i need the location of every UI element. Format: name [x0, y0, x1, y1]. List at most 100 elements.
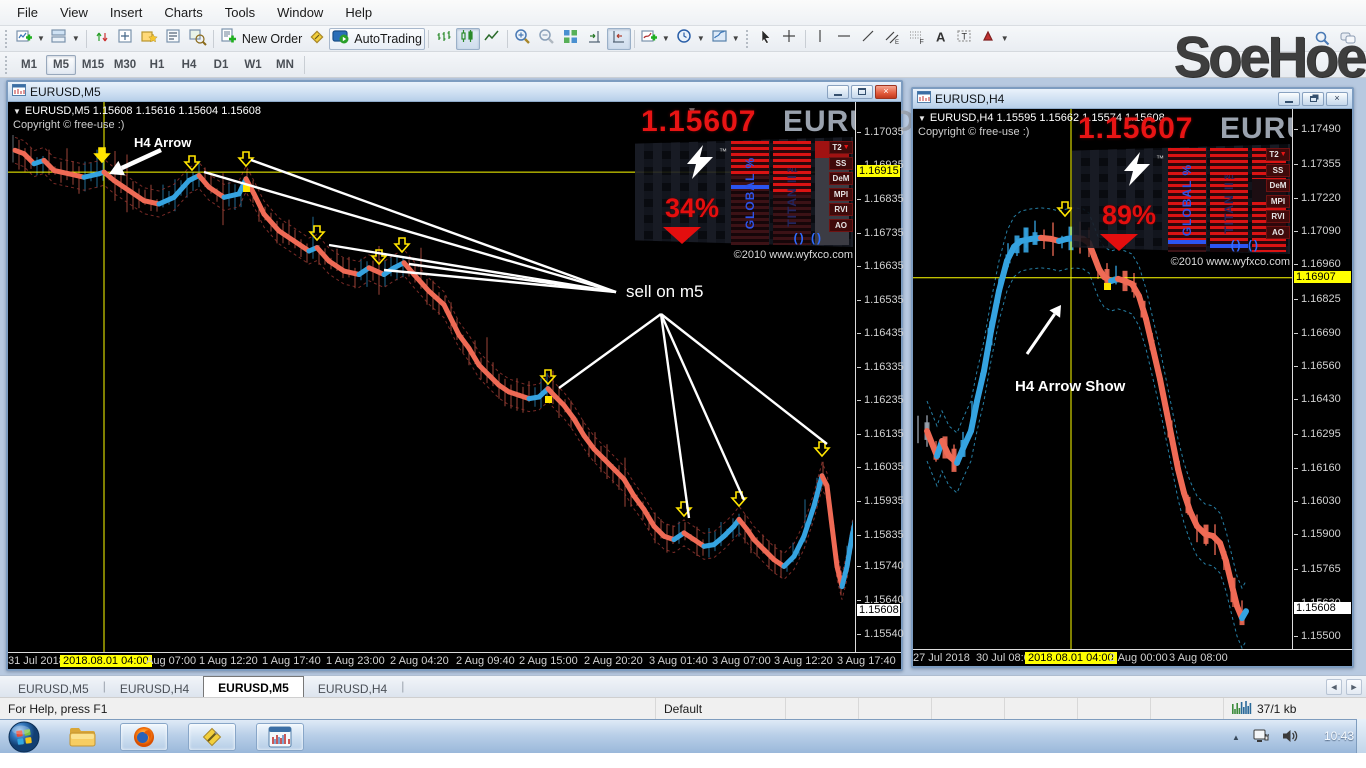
auto-scroll-button[interactable]	[607, 28, 631, 50]
price-tick: 1.17035	[864, 126, 904, 138]
tab-eurusd-m5-0[interactable]: EURUSD,M5	[4, 678, 103, 697]
linechart-icon	[483, 28, 501, 49]
time-axis[interactable]: 27 Jul 201830 Jul 08:002018.08.01 04:002…	[913, 649, 1352, 666]
chart-window-titlebar[interactable]: EURUSD,M5 ×	[8, 82, 901, 102]
timeframe-w1[interactable]: W1	[238, 55, 268, 75]
zoom-in-button[interactable]	[511, 28, 535, 50]
text-label-button[interactable]: T	[953, 28, 977, 50]
market-watch-button[interactable]	[90, 28, 114, 50]
indicators-button[interactable]: ▼	[638, 28, 673, 50]
dropdown-caret-icon[interactable]: ▼	[1001, 34, 1009, 43]
time-axis[interactable]: 31 Jul 20182018.08.01 04:00Aug 07:001 Au…	[8, 652, 901, 669]
text-button[interactable]: A	[929, 28, 953, 50]
menu-charts[interactable]: Charts	[153, 1, 213, 24]
price-scale[interactable]: 1.174901.173551.172201.170901.169601.168…	[1292, 109, 1352, 649]
dropdown-caret-icon[interactable]: ▼	[72, 34, 80, 43]
strategy-tester-button[interactable]	[186, 28, 210, 50]
autotrading-button[interactable]: AutoTrading	[329, 28, 425, 50]
menu-file[interactable]: File	[6, 1, 49, 24]
menu-view[interactable]: View	[49, 1, 99, 24]
trendline-button[interactable]	[857, 28, 881, 50]
time-tick: 3 Aug 12:20	[774, 655, 833, 667]
timeframe-m15[interactable]: M15	[78, 55, 108, 75]
search-icon[interactable]	[1314, 30, 1332, 51]
timeframe-m1[interactable]: M1	[14, 55, 44, 75]
firefox-button[interactable]	[120, 723, 168, 751]
minimize-button[interactable]	[1278, 92, 1300, 106]
metaeditor-diamond-icon	[308, 28, 326, 49]
price-tick: 1.16335	[864, 361, 904, 373]
start-button[interactable]	[8, 721, 40, 753]
current-price-tag: 1.16915	[857, 165, 900, 177]
arrows-button[interactable]: ▼	[977, 28, 1012, 50]
show-desktop-button[interactable]	[1356, 719, 1366, 753]
timeframe-m30[interactable]: M30	[110, 55, 140, 75]
data-window-button[interactable]	[114, 28, 138, 50]
timeframe-h4[interactable]: H4	[174, 55, 204, 75]
metaeditor-button-taskbar[interactable]	[188, 723, 236, 751]
tab-eurusd-h4-3[interactable]: EURUSD,H4	[304, 678, 401, 697]
metaeditor-button[interactable]	[305, 28, 329, 50]
status-profile[interactable]: Default	[656, 698, 786, 719]
terminal-button[interactable]	[162, 28, 186, 50]
menu-tools[interactable]: Tools	[214, 1, 266, 24]
tab-eurusd-m5-2[interactable]: EURUSD,M5	[203, 676, 304, 697]
network-icon[interactable]	[1252, 728, 1270, 744]
symbol-dropdown-icon[interactable]	[918, 114, 926, 123]
chat-icon[interactable]	[1340, 30, 1358, 51]
timeframe-h1[interactable]: H1	[142, 55, 172, 75]
vertical-line-button[interactable]	[809, 28, 833, 50]
candlestick-button[interactable]	[456, 28, 480, 50]
timeframe-mn[interactable]: MN	[270, 55, 300, 75]
dropdown-caret-icon[interactable]: ▼	[732, 34, 740, 43]
chart-window-eurusd-m5[interactable]: EURUSD,M5 × H4 Arrowsell on m5 EURUSD,M5…	[6, 80, 903, 671]
dropdown-caret-icon[interactable]: ▼	[662, 34, 670, 43]
close-button[interactable]: ×	[1326, 92, 1348, 106]
close-button[interactable]: ×	[875, 85, 897, 99]
taskbar-clock[interactable]: 10:43	[1324, 729, 1354, 743]
timeframe-m5[interactable]: M5	[46, 55, 76, 75]
bar-chart-button[interactable]	[432, 28, 456, 50]
chart-window-eurusd-h4[interactable]: EURUSD,H4 × H4 Arrow Show EURUSD,H4 1.15…	[911, 87, 1354, 668]
tab-scroll-left-icon[interactable]: ◄	[1326, 679, 1342, 695]
symbol-dropdown-icon[interactable]	[13, 107, 21, 116]
periods-button[interactable]: ▼	[673, 28, 708, 50]
menu-insert[interactable]: Insert	[99, 1, 154, 24]
horizontal-line-button[interactable]	[833, 28, 857, 50]
zoom-out-button[interactable]	[535, 28, 559, 50]
dashboard-label-rvi: RVI	[1266, 210, 1290, 223]
cursor-button[interactable]	[754, 28, 778, 50]
minimize-button[interactable]	[827, 85, 849, 99]
tab-scroll-right-icon[interactable]: ►	[1346, 679, 1362, 695]
connection-bars-icon	[1232, 700, 1252, 717]
templates-button[interactable]: ▼	[708, 28, 743, 50]
maximize-button[interactable]	[851, 85, 873, 99]
new-chart-button[interactable]: ▼	[13, 28, 48, 50]
chart-shift-button[interactable]	[583, 28, 607, 50]
chart-area[interactable]: H4 Arrowsell on m5 EURUSD,M5 1.15608 1.1…	[8, 102, 901, 669]
time-tick: 2 Aug 20:20	[584, 655, 643, 667]
navigator-button[interactable]	[138, 28, 162, 50]
line-chart-button[interactable]	[480, 28, 504, 50]
mt4-terminal-button[interactable]	[256, 723, 304, 751]
tab-eurusd-h4-1[interactable]: EURUSD,H4	[106, 678, 203, 697]
dropdown-caret-icon[interactable]: ▼	[37, 34, 45, 43]
timeframe-d1[interactable]: D1	[206, 55, 236, 75]
tray-expand-icon[interactable]	[1232, 729, 1240, 743]
price-scale[interactable]: 1.170351.169351.168351.167351.166351.165…	[855, 102, 901, 652]
profiles-button[interactable]: ▼	[48, 28, 83, 50]
crosshair-button[interactable]	[778, 28, 802, 50]
fibonacci-button[interactable]: F	[905, 28, 929, 50]
explorer-button[interactable]	[68, 722, 98, 752]
restore-button[interactable]	[1302, 92, 1324, 106]
dropdown-caret-icon[interactable]: ▼	[697, 34, 705, 43]
new-order-button[interactable]: New Order	[217, 28, 305, 50]
chart-window-titlebar[interactable]: EURUSD,H4 ×	[913, 89, 1352, 109]
chart-area[interactable]: H4 Arrow Show EURUSD,H4 1.15595 1.15662 …	[913, 109, 1352, 666]
tile-windows-button[interactable]	[559, 28, 583, 50]
equidistant-channel-button[interactable]: E	[881, 28, 905, 50]
menu-window[interactable]: Window	[266, 1, 334, 24]
menu-help[interactable]: Help	[334, 1, 383, 24]
volume-icon[interactable]	[1282, 728, 1298, 744]
meter-titan: TITAN II™	[773, 141, 811, 245]
